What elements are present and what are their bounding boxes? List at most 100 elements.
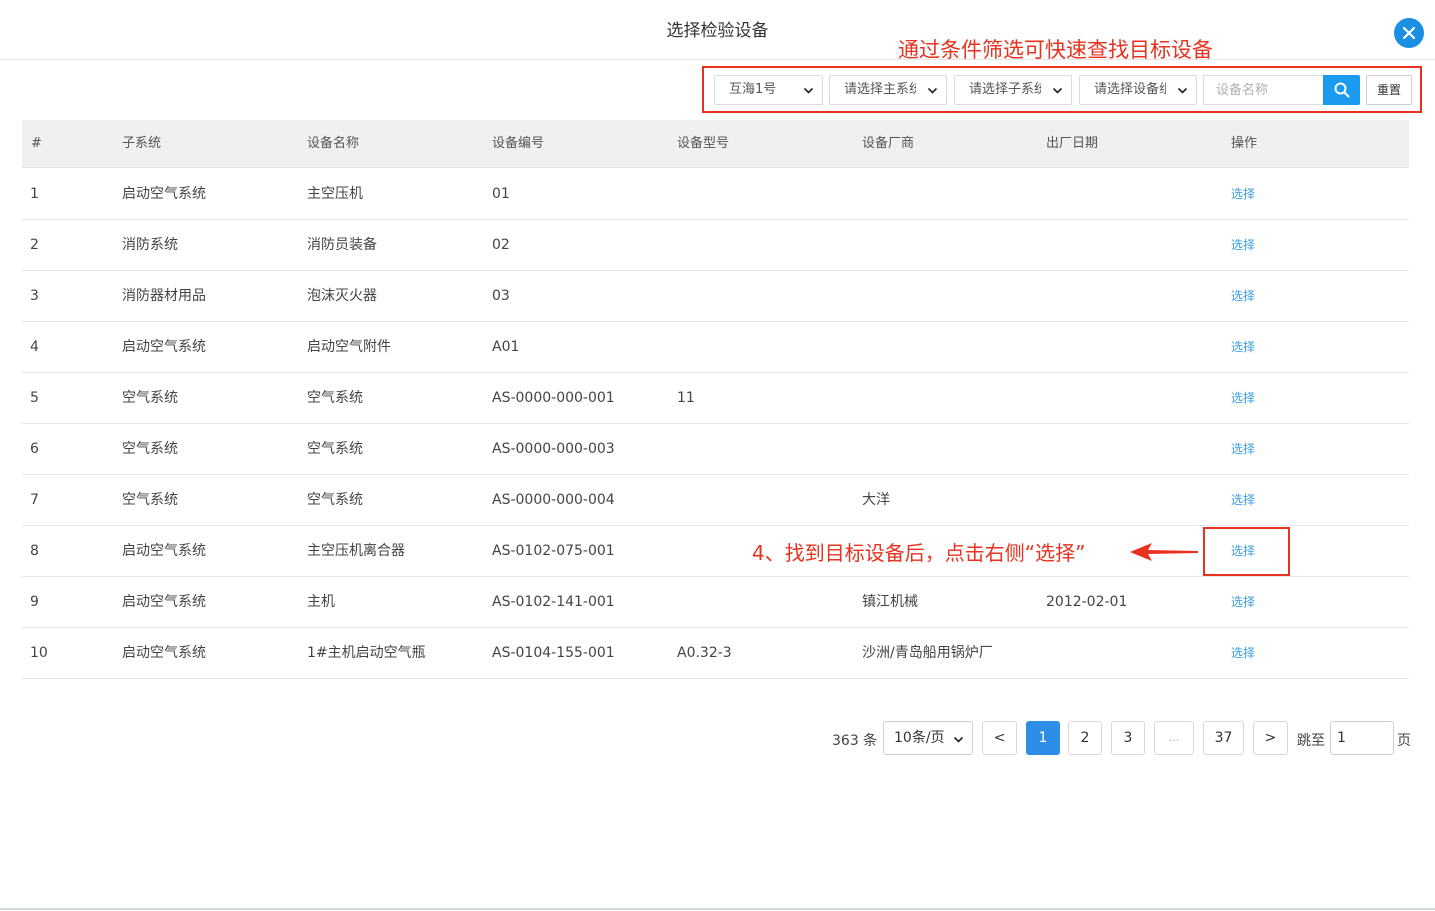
page-size-select[interactable]: 10条/页	[883, 721, 973, 755]
cell-index: 5	[30, 390, 39, 406]
cell-index: 1	[30, 186, 39, 202]
cell-model: 11	[677, 390, 695, 406]
cell-code: AS-0102-075-001	[492, 543, 615, 559]
cell-name: 空气系统	[307, 492, 363, 508]
page-button-37[interactable]: 37	[1203, 721, 1244, 755]
cell-date: 2012-02-01	[1046, 594, 1128, 610]
table-row: 5 空气系统 空气系统 AS-0000-000-001 11 选择	[22, 373, 1409, 424]
chevron-down-icon	[927, 87, 938, 94]
column-header: #	[31, 136, 42, 151]
cell-subsystem: 启动空气系统	[122, 186, 206, 202]
column-header: 设备编号	[492, 136, 545, 151]
column-header: 子系统	[122, 136, 162, 151]
page-button-3[interactable]: 3	[1111, 721, 1145, 755]
select-link[interactable]: 选择	[1231, 424, 1255, 475]
table-row: 6 空气系统 空气系统 AS-0000-000-003 选择	[22, 424, 1409, 475]
chevron-down-icon	[953, 736, 964, 743]
select-link[interactable]: 选择	[1231, 220, 1255, 271]
cell-subsystem: 空气系统	[122, 492, 178, 508]
cell-maker: 沙洲/青岛船用锅炉厂	[862, 645, 993, 661]
table-row: 4 启动空气系统 启动空气附件 A01 选择	[22, 322, 1409, 373]
cell-code: AS-0104-155-001	[492, 645, 615, 661]
cell-subsystem: 启动空气系统	[122, 339, 206, 355]
cell-index: 7	[30, 492, 39, 508]
cell-index: 4	[30, 339, 39, 355]
cell-name: 空气系统	[307, 390, 363, 406]
table-row: 7 空气系统 空气系统 AS-0000-000-004 大洋 选择	[22, 475, 1409, 526]
cell-code: AS-0000-000-004	[492, 492, 615, 508]
cell-index: 2	[30, 237, 39, 253]
cell-name: 主机	[307, 594, 335, 610]
table-header: # 子系统 设备名称 设备编号 设备型号 设备厂商 出厂日期 操作	[22, 120, 1409, 168]
cell-subsystem: 消防系统	[122, 237, 178, 253]
cell-name: 空气系统	[307, 441, 363, 457]
column-header: 操作	[1231, 136, 1258, 151]
page-ellipsis-button[interactable]: ...	[1154, 721, 1194, 755]
total-count: 363 条	[832, 733, 878, 749]
close-icon	[1402, 26, 1416, 40]
search-icon	[1334, 82, 1349, 98]
jump-unit: 页	[1397, 733, 1411, 749]
equipment-name-input[interactable]	[1203, 75, 1323, 105]
page-button-1[interactable]: 1	[1026, 721, 1060, 755]
table-row: 1 启动空气系统 主空压机 01 选择	[22, 169, 1409, 220]
jump-page-input[interactable]	[1330, 721, 1394, 755]
column-header: 设备名称	[307, 136, 360, 151]
select-link[interactable]: 选择	[1231, 577, 1255, 628]
cell-index: 9	[30, 594, 39, 610]
cell-name: 泡沫灭火器	[307, 288, 377, 304]
step-hint-annotation: 4、找到目标设备后，点击右侧“选择”	[752, 541, 1086, 565]
cell-subsystem: 启动空气系统	[122, 543, 206, 559]
cell-code: AS-0000-000-003	[492, 441, 615, 457]
cell-name: 主空压机	[307, 186, 363, 202]
cell-model: A0.32-3	[677, 645, 732, 661]
cell-index: 3	[30, 288, 39, 304]
select-highlight-box	[1203, 527, 1290, 576]
page-size-value: 10条/页	[894, 730, 945, 746]
select-link[interactable]: 选择	[1231, 475, 1255, 526]
modal-title: 选择检验设备	[666, 21, 769, 41]
table-row: 2 消防系统 消防员装备 02 选择	[22, 220, 1409, 271]
select-link[interactable]: 选择	[1231, 373, 1255, 424]
jump-label: 跳至	[1297, 733, 1325, 749]
cell-index: 6	[30, 441, 39, 457]
filter-hint-annotation: 通过条件筛选可快速查找目标设备	[898, 38, 1213, 62]
bottom-divider	[0, 908, 1435, 910]
column-header: 出厂日期	[1046, 136, 1099, 151]
cell-maker: 大洋	[862, 492, 890, 508]
cell-name: 启动空气附件	[307, 339, 391, 355]
cell-subsystem: 空气系统	[122, 441, 178, 457]
ship-select[interactable]: 互海1号	[714, 75, 823, 105]
search-button[interactable]	[1323, 75, 1360, 105]
main-system-select[interactable]: 请选择主系统	[829, 75, 947, 105]
cell-maker: 镇江机械	[862, 594, 918, 610]
select-link[interactable]: 选择	[1231, 322, 1255, 373]
close-button[interactable]	[1394, 18, 1424, 48]
select-link[interactable]: 选择	[1231, 271, 1255, 322]
select-link[interactable]: 选择	[1231, 169, 1255, 220]
table-row: 9 启动空气系统 主机 AS-0102-141-001 镇江机械 2012-02…	[22, 577, 1409, 628]
select-link[interactable]: 选择	[1231, 628, 1255, 679]
cell-name: 1#主机启动空气瓶	[307, 645, 426, 661]
cell-subsystem: 消防器材用品	[122, 288, 206, 304]
column-header: 设备厂商	[862, 136, 915, 151]
cell-subsystem: 空气系统	[122, 390, 178, 406]
cell-code: A01	[492, 339, 520, 355]
chevron-down-icon	[1177, 87, 1188, 94]
cell-index: 10	[30, 645, 48, 661]
main-system-select-value: 请选择主系统	[844, 82, 916, 97]
cell-code: 02	[492, 237, 510, 253]
cell-code: AS-0000-000-001	[492, 390, 615, 406]
ship-select-value: 互海1号	[729, 82, 777, 97]
page-button-2[interactable]: 2	[1068, 721, 1102, 755]
prev-page-button[interactable]: <	[982, 721, 1017, 755]
equipment-group-select[interactable]: 请选择设备组	[1079, 75, 1197, 105]
table-row: 8 启动空气系统 主空压机离合器 AS-0102-075-001 选择	[22, 526, 1409, 577]
next-page-button[interactable]: >	[1253, 721, 1288, 755]
sub-system-select[interactable]: 请选择子系统	[954, 75, 1072, 105]
reset-button[interactable]: 重置	[1366, 75, 1412, 105]
cell-name: 消防员装备	[307, 237, 377, 253]
table-row: 10 启动空气系统 1#主机启动空气瓶 AS-0104-155-001 A0.3…	[22, 628, 1409, 679]
cell-code: 01	[492, 186, 510, 202]
cell-code: AS-0102-141-001	[492, 594, 615, 610]
